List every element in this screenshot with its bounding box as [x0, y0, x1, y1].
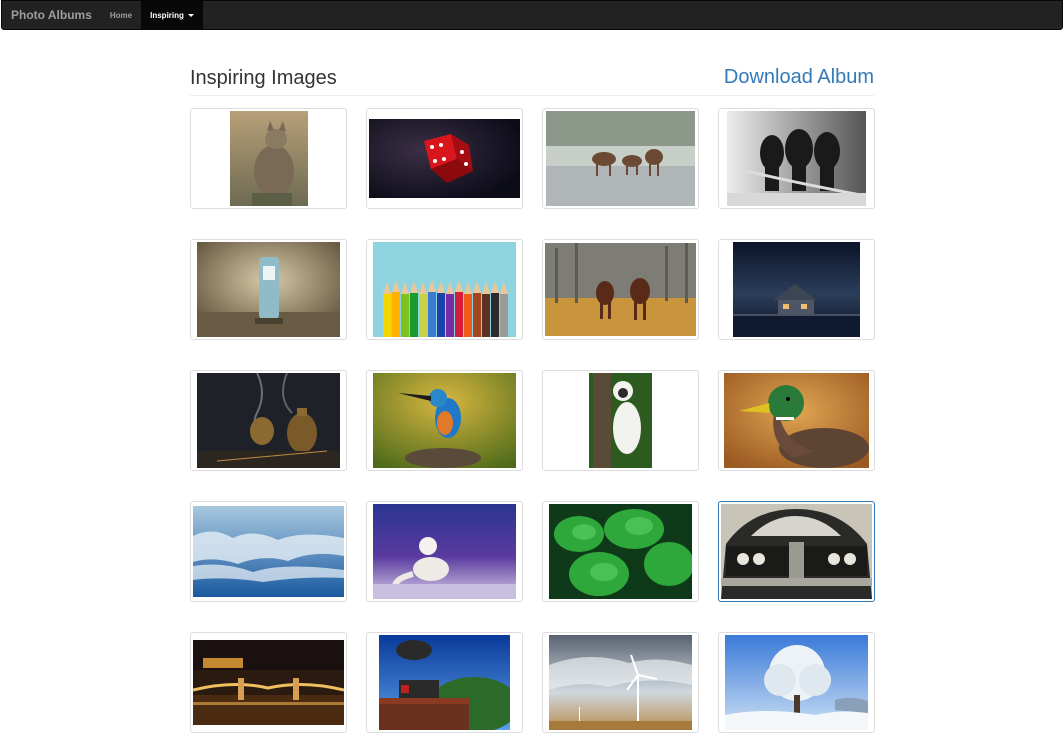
photo-thumbnail[interactable]	[190, 632, 347, 733]
photo-thumbnail[interactable]	[542, 239, 699, 340]
page-title: Inspiring Images	[190, 67, 337, 89]
pine-branches-photo	[549, 504, 692, 599]
frosted-tree-photo	[725, 635, 868, 730]
clouds-above-photo	[193, 506, 344, 597]
photo-thumbnail[interactable]	[366, 501, 523, 602]
navbar: Photo Albums Home Inspiring	[1, 0, 1063, 30]
photo-thumbnail[interactable]	[718, 108, 875, 209]
nav-home[interactable]: Home	[101, 1, 141, 29]
gas-pump-photo	[197, 242, 340, 337]
cat-photo	[229, 111, 308, 206]
brand-link[interactable]: Photo Albums	[2, 1, 101, 29]
steam-train-photo	[379, 635, 510, 730]
caret-down-icon	[187, 13, 194, 17]
deer-in-frost-photo	[546, 111, 695, 206]
photo-thumbnail[interactable]	[366, 632, 523, 733]
download-album-link[interactable]: Download Album	[724, 66, 874, 89]
wind-turbines-photo	[549, 635, 692, 730]
lake-house-night-photo	[733, 242, 860, 337]
arctic-fox-photo	[373, 504, 516, 599]
photo-thumbnail[interactable]	[718, 239, 875, 340]
colored-pencils-photo	[373, 242, 516, 337]
nav-inspiring-label: Inspiring	[150, 10, 184, 20]
page-header: Inspiring Images Download Album	[190, 62, 874, 96]
photo-thumbnail[interactable]	[190, 501, 347, 602]
photo-thumbnail[interactable]	[542, 370, 699, 471]
nav-inspiring-dropdown[interactable]: Inspiring	[141, 1, 203, 29]
red-dice-photo	[369, 119, 520, 198]
chain-bridge-night-photo	[193, 640, 344, 725]
vintage-car-photo	[721, 504, 872, 599]
incense-vase-photo	[197, 373, 340, 468]
photo-thumbnail[interactable]	[542, 108, 699, 209]
photo-thumbnail[interactable]	[366, 370, 523, 471]
photo-thumbnail[interactable]	[542, 501, 699, 602]
photo-thumbnail[interactable]	[718, 370, 875, 471]
horses-photo	[545, 243, 696, 336]
lemur-photo	[589, 373, 652, 468]
photo-thumbnail[interactable]	[718, 501, 875, 602]
photo-grid	[190, 108, 875, 733]
firefighters-photo	[727, 111, 866, 206]
photo-thumbnail[interactable]	[190, 370, 347, 471]
photo-thumbnail[interactable]	[366, 108, 523, 209]
photo-thumbnail[interactable]	[190, 239, 347, 340]
photo-thumbnail[interactable]	[190, 108, 347, 209]
photo-thumbnail[interactable]	[718, 632, 875, 733]
photo-thumbnail[interactable]	[366, 239, 523, 340]
photo-thumbnail[interactable]	[542, 632, 699, 733]
mallard-duck-photo	[724, 373, 869, 468]
kingfisher-photo	[373, 373, 516, 468]
